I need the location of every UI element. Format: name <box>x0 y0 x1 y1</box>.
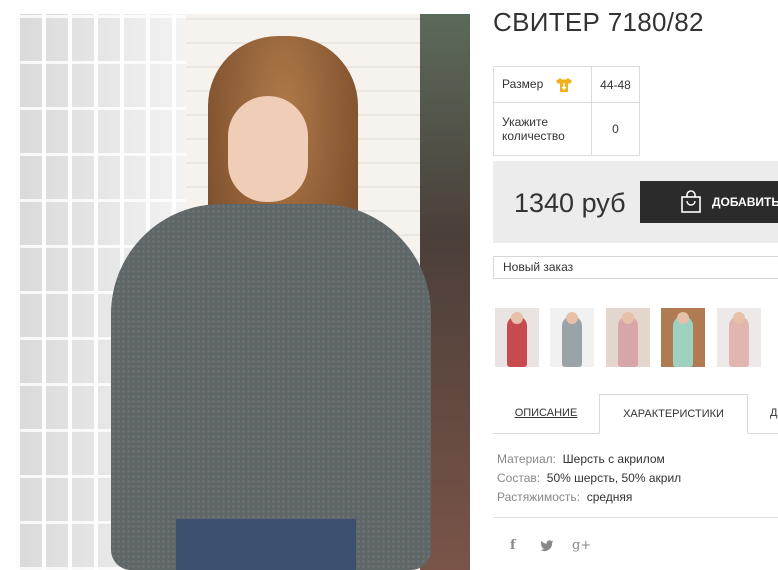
product-tabs: ОПИСАНИЕ ХАРАКТЕРИСТИКИ Д <box>493 394 778 434</box>
spec-row: Состав: 50% шерсть, 50% акрил <box>497 469 681 488</box>
thumbnail-5[interactable] <box>717 308 761 367</box>
tshirt-icon[interactable] <box>555 77 573 93</box>
thumbnail-4[interactable] <box>661 308 705 367</box>
spec-key: Материал: <box>497 452 556 466</box>
thumbnail-1[interactable] <box>495 308 539 367</box>
twitter-icon[interactable] <box>540 540 554 552</box>
thumbnail-2[interactable] <box>550 308 594 367</box>
spec-key: Растяжимость: <box>497 490 581 504</box>
photo-sweater <box>111 204 431 570</box>
spec-value: 50% шерсть, 50% акрил <box>546 471 682 485</box>
thumbnail-3[interactable] <box>606 308 650 367</box>
divider <box>493 517 778 518</box>
facebook-icon[interactable]: f <box>510 538 516 553</box>
spec-value: Шерсть с акрилом <box>562 452 665 466</box>
quantity-input[interactable]: 0 <box>591 102 640 156</box>
product-title: СВИТЕР 7180/82 <box>493 7 704 37</box>
specs-list: Материал: Шерсть с акрилом Состав: 50% ш… <box>497 450 681 507</box>
tab-more[interactable]: Д <box>770 394 778 433</box>
photo-model-face <box>228 96 308 202</box>
product-main-photo[interactable] <box>16 14 470 570</box>
add-to-cart-button[interactable]: ДОБАВИТЬ В <box>640 181 778 223</box>
tab-description[interactable]: ОПИСАНИЕ <box>511 394 581 433</box>
size-cell: Размер <box>493 66 592 103</box>
price: 1340 руб <box>514 188 626 218</box>
spec-row: Растяжимость: средняя <box>497 488 681 507</box>
spec-key: Состав: <box>497 471 541 485</box>
product-options-table: Размер 44-48 Укажите количество 0 <box>493 66 640 156</box>
shopping-bag-icon <box>681 190 701 213</box>
size-value[interactable]: 44-48 <box>591 66 640 103</box>
add-to-cart-label: ДОБАВИТЬ В <box>712 195 778 209</box>
order-select[interactable]: Новый заказ <box>493 256 778 279</box>
google-plus-icon[interactable]: g+ <box>572 538 591 553</box>
buy-box: 1340 руб ДОБАВИТЬ В <box>493 161 778 243</box>
size-label: Размер <box>502 76 544 91</box>
tab-characteristics[interactable]: ХАРАКТЕРИСТИКИ <box>599 394 748 434</box>
tab-description-label: ОПИСАНИЕ <box>514 407 578 419</box>
spec-row: Материал: Шерсть с акрилом <box>497 450 681 469</box>
photo-jeans <box>176 519 356 570</box>
quantity-label: Укажите количество <box>493 102 592 156</box>
spec-value: средняя <box>586 490 633 504</box>
